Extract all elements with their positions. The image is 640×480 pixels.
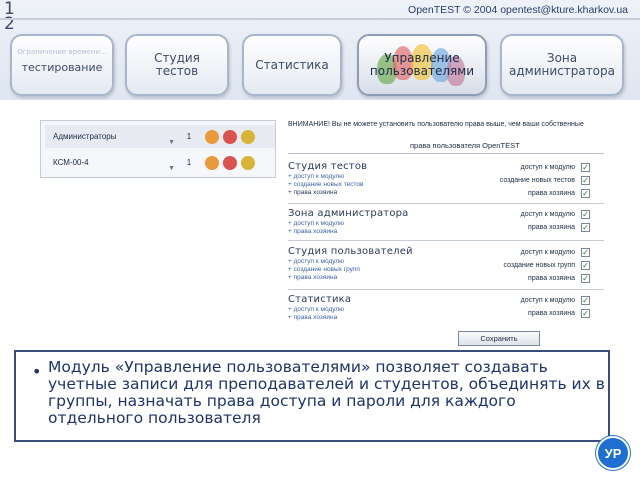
user-count: 1 xyxy=(186,132,192,141)
right-label: создание новых тестов xyxy=(499,177,575,184)
right-checkbox[interactable]: ✓ xyxy=(581,274,590,283)
right-label: доступ к модулю xyxy=(520,164,575,171)
description-box: • Модуль «Управление пользователями» поз… xyxy=(14,350,610,442)
right-item: права хозяина ✓ xyxy=(470,187,590,200)
section-statistics: Статистика + доступ к модулю + права хоз… xyxy=(288,294,604,322)
edit-user-icon[interactable] xyxy=(241,129,255,144)
right-item: создание новых тестов ✓ xyxy=(470,174,590,187)
nav-testing-label: тестирование xyxy=(21,61,103,74)
user-group-row[interactable]: Администраторы ▼ 1 xyxy=(45,125,275,148)
nav-testing-button[interactable]: Ограничение времени... тестирование xyxy=(10,34,114,96)
right-checkbox[interactable]: ✓ xyxy=(581,309,590,318)
bullet-icon: • xyxy=(32,362,42,381)
nav-admin-zone-button[interactable]: Зона администратора xyxy=(500,34,624,96)
right-label: права хозяина xyxy=(528,275,575,282)
right-label: права хозяина xyxy=(528,190,575,197)
nav-test-studio-label: Студия тестов xyxy=(154,51,200,78)
right-label: доступ к модулю xyxy=(520,297,575,304)
section-divider xyxy=(288,240,604,241)
right-checkbox[interactable]: ✓ xyxy=(581,248,590,257)
right-checkbox[interactable]: ✓ xyxy=(581,189,590,198)
right-checkbox[interactable]: ✓ xyxy=(581,163,590,172)
right-item: доступ к модулю ✓ xyxy=(470,208,590,221)
right-label: доступ к модулю xyxy=(520,211,575,218)
save-button[interactable]: Сохранить xyxy=(458,331,540,346)
warning-text: ВНИМАНИЕ! Вы не можете установить пользо… xyxy=(288,121,584,128)
section-divider xyxy=(288,289,604,290)
right-item: права хозяина ✓ xyxy=(470,221,590,234)
delete-user-icon[interactable] xyxy=(223,155,237,170)
right-checkbox[interactable]: ✓ xyxy=(581,261,590,270)
dropdown-arrow-icon[interactable]: ▼ xyxy=(168,165,175,172)
nav-user-management-button[interactable]: Управление пользователями xyxy=(357,34,487,96)
right-item: права хозяина ✓ xyxy=(470,272,590,285)
right-checkbox[interactable]: ✓ xyxy=(581,210,590,219)
rights-header: права пользователя OpenTEST xyxy=(410,141,520,150)
right-label: права хозяина xyxy=(528,224,575,231)
rights-divider xyxy=(288,153,604,154)
user-groups-panel: Администраторы ▼ 1 КСМ-00-4 ▼ 1 xyxy=(40,120,276,178)
right-label: создание новых групп xyxy=(503,262,575,269)
nav-statistics-label: Статистика xyxy=(255,58,329,72)
delete-user-icon[interactable] xyxy=(223,129,237,144)
user-count: 1 xyxy=(186,158,192,167)
university-logo-icon: УР xyxy=(596,436,630,470)
nav-statistics-button[interactable]: Статистика xyxy=(242,34,342,96)
right-label: права хозяина xyxy=(528,310,575,317)
right-item: создание новых групп ✓ xyxy=(470,259,590,272)
user-group-name: Администраторы xyxy=(53,132,117,141)
right-checkbox[interactable]: ✓ xyxy=(581,223,590,232)
description-text: Модуль «Управление пользователями» позво… xyxy=(48,358,605,427)
right-item: доступ к модулю ✓ xyxy=(470,294,590,307)
section-test-studio: Студия тестов + доступ к модулю + создан… xyxy=(288,161,604,200)
edit-user-icon[interactable] xyxy=(241,155,255,170)
slide-number: 12 xyxy=(4,0,16,34)
copyright-text: OpenTEST © 2004 opentest@kture.kharkov.u… xyxy=(408,4,628,16)
add-user-icon[interactable] xyxy=(205,129,219,144)
right-item: доступ к модулю ✓ xyxy=(470,161,590,174)
section-divider xyxy=(288,203,604,204)
nav-ghost-text: Ограничение времени... xyxy=(17,48,107,56)
add-user-icon[interactable] xyxy=(205,155,219,170)
header-divider xyxy=(0,18,640,20)
user-management-screenshot: Администраторы ▼ 1 КСМ-00-4 ▼ 1 ВНИМАНИЕ! … xyxy=(36,106,606,346)
right-item: права хозяина ✓ xyxy=(470,307,590,320)
dropdown-arrow-icon[interactable]: ▼ xyxy=(168,139,175,146)
user-group-name: КСМ-00-4 xyxy=(53,158,89,167)
right-item: доступ к модулю ✓ xyxy=(470,246,590,259)
nav-admin-zone-label: Зона администратора xyxy=(508,51,615,78)
right-checkbox[interactable]: ✓ xyxy=(581,176,590,185)
right-checkbox[interactable]: ✓ xyxy=(581,296,590,305)
right-label: доступ к модулю xyxy=(520,249,575,256)
nav-user-management-label: Управление пользователями xyxy=(369,51,475,78)
nav-test-studio-button[interactable]: Студия тестов xyxy=(125,34,229,96)
user-group-row[interactable]: КСМ-00-4 ▼ 1 xyxy=(45,151,275,174)
section-admin-zone: Зона администратора + доступ к модулю + … xyxy=(288,208,604,236)
section-user-studio: Студия пользователей + доступ к модулю +… xyxy=(288,246,604,285)
